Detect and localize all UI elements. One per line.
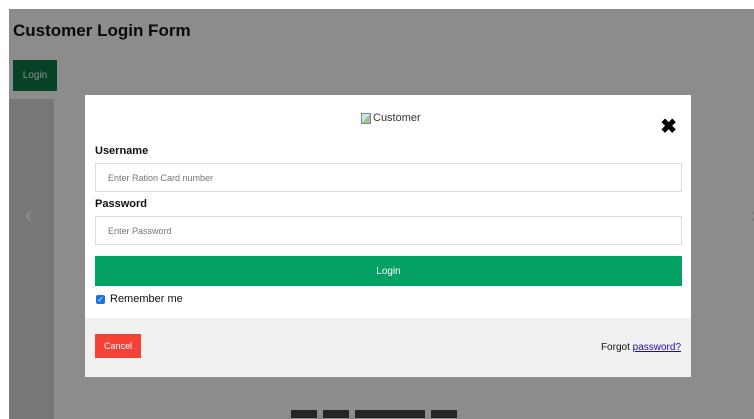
customer-logo-image: Customer xyxy=(361,112,421,124)
cancel-button[interactable]: Cancel xyxy=(95,334,141,358)
login-modal: Customer ✖ Username Password Login ✓ Rem… xyxy=(85,95,691,377)
forgot-prefix: Forgot xyxy=(600,342,633,353)
remember-me-checkbox[interactable]: ✓ xyxy=(96,294,105,304)
modal-footer: Cancel Forgot password? xyxy=(85,318,691,377)
broken-image-icon xyxy=(361,112,371,124)
login-submit-button[interactable]: Login xyxy=(95,256,682,286)
forgot-password-text: Forgot password? xyxy=(601,342,681,353)
forgot-password-link[interactable]: password? xyxy=(633,342,681,353)
username-input[interactable] xyxy=(95,163,682,192)
remember-me-label: Remember me xyxy=(110,293,183,305)
close-icon[interactable]: ✖ xyxy=(660,117,677,137)
password-label: Password xyxy=(95,198,147,210)
remember-me-row[interactable]: ✓ Remember me xyxy=(96,293,183,305)
username-label: Username xyxy=(95,145,149,157)
logo-alt-text: Customer xyxy=(373,112,421,124)
password-input[interactable] xyxy=(95,216,682,245)
